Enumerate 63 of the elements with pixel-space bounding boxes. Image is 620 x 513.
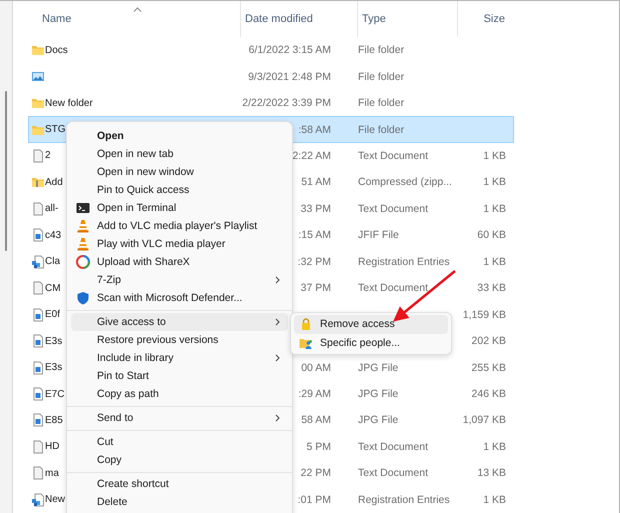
date-modified: 22 PM <box>300 467 331 480</box>
file-size: 1 KB <box>483 202 506 215</box>
date-modified: 58 AM <box>301 414 331 426</box>
file-type: Text Document <box>358 202 428 215</box>
file-type: File folder <box>358 44 404 56</box>
date-modified: 6/1/2022 3:15 AM <box>248 44 331 56</box>
date-modified: :29 AM <box>298 388 331 400</box>
file-size: 1 KB <box>483 494 506 506</box>
file-type: Text Document <box>358 467 428 480</box>
file-name: STG <box>45 124 66 135</box>
file-name: 2 <box>45 150 51 162</box>
file-name: Add <box>45 176 63 188</box>
file-name: E0f <box>45 309 60 320</box>
file-size: 13 KB <box>477 467 506 480</box>
file-type: File folder <box>358 70 404 83</box>
file-type: Registration Entries <box>358 256 450 268</box>
file-type: Text Document <box>358 282 428 294</box>
file-size: 60 KB <box>477 229 506 242</box>
date-modified: 00 AM <box>301 362 331 374</box>
file-size: 1,159 KB <box>462 308 506 321</box>
date-modified: 2/22/2022 3:39 PM <box>242 97 331 110</box>
file-name: c43 <box>45 230 62 241</box>
file-name: E3s <box>45 362 62 374</box>
file-size: 1 KB <box>483 176 506 188</box>
file-name: ma <box>45 468 59 479</box>
date-modified: 37 PM <box>300 282 331 294</box>
file-type: File folder <box>358 124 404 136</box>
date-modified: :15 AM <box>298 229 331 242</box>
file-name: all- <box>45 203 58 214</box>
file-type: JPG File <box>358 414 398 426</box>
date-modified: :58 AM <box>298 124 331 136</box>
file-name: Docs <box>45 44 68 56</box>
file-size: 246 KB <box>472 388 506 400</box>
file-size: 33 KB <box>477 282 506 294</box>
date-modified: 2:22 AM <box>292 150 331 162</box>
file-name: E7C <box>45 388 64 400</box>
file-size: 202 KB <box>472 335 506 348</box>
file-type: JPG File <box>358 388 398 400</box>
file-type: File folder <box>358 97 404 110</box>
file-type: Registration Entries <box>358 494 450 506</box>
file-size: 1 KB <box>483 440 506 453</box>
file-size: 1 KB <box>483 256 506 268</box>
file-name: New <box>45 494 66 506</box>
file-name: Cla <box>45 256 60 268</box>
date-modified: 51 AM <box>301 176 331 188</box>
file-name: HD <box>45 441 60 452</box>
file-name: New folder <box>45 98 93 109</box>
file-name: E85 <box>45 414 63 426</box>
date-modified: 9/3/2021 2:48 PM <box>248 70 331 83</box>
file-size: 1 KB <box>483 150 506 162</box>
file-name: CM <box>45 282 61 294</box>
file-type: JFIF File <box>358 229 399 242</box>
date-modified: :32 PM <box>298 256 331 268</box>
file-type: Text Document <box>358 150 428 162</box>
file-type: Compressed (zipp... <box>358 176 452 188</box>
file-name: E3s <box>45 336 62 347</box>
date-modified: :01 PM <box>298 494 331 506</box>
file-size: 255 KB <box>472 362 506 374</box>
date-modified: 5 PM <box>306 440 331 453</box>
file-type: JPG File <box>358 362 398 374</box>
file-size: 1,097 KB <box>462 414 506 426</box>
file-type: Text Document <box>358 440 428 453</box>
date-modified: 33 PM <box>300 202 331 215</box>
